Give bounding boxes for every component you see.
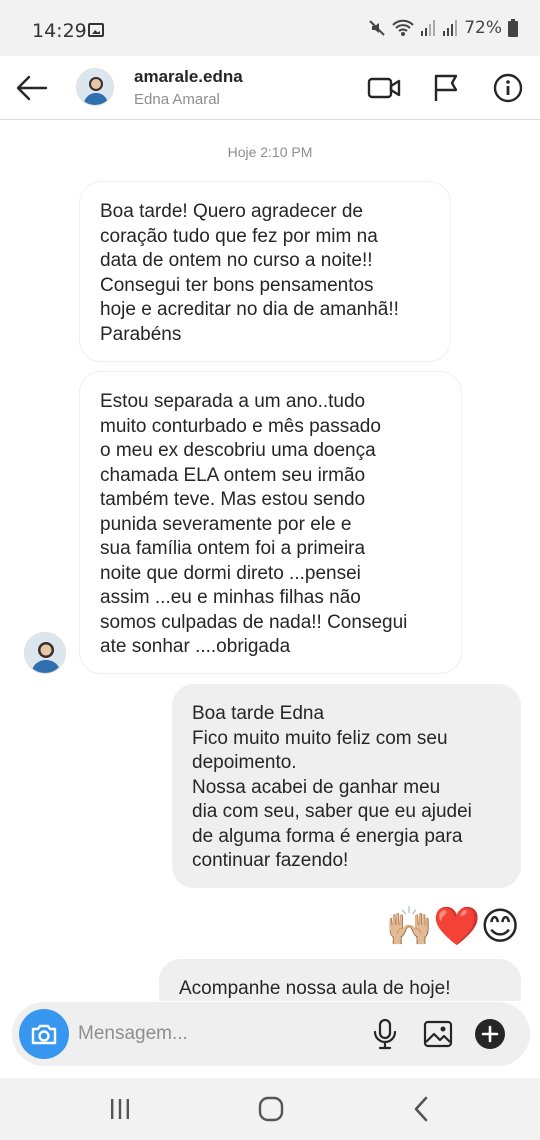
battery-icon [508, 19, 518, 37]
message-bubble-received[interactable]: Boa tarde! Quero agradecer de coração tu… [79, 181, 451, 362]
chat-header: amarale.edna Edna Amaral [0, 56, 540, 120]
status-bar: 14:29 72% [0, 0, 540, 56]
message-composer [12, 1002, 530, 1066]
camera-icon [31, 1024, 57, 1045]
home-icon [258, 1096, 284, 1122]
message-input[interactable] [78, 1016, 358, 1052]
back-icon [414, 1096, 428, 1122]
wifi-icon [392, 19, 414, 36]
status-indicators: 72% [368, 18, 518, 38]
recents-button[interactable] [100, 1093, 140, 1125]
signal-icon-2 [443, 20, 458, 36]
header-username[interactable]: amarale.edna [134, 67, 243, 87]
gallery-button[interactable] [420, 1016, 456, 1052]
emoji-message-text: 🙌🏼❤️😊 [385, 904, 520, 948]
back-nav-button[interactable] [401, 1093, 441, 1125]
more-options-button[interactable] [472, 1016, 508, 1052]
back-button[interactable] [14, 70, 50, 106]
message-bubble-sent[interactable]: Boa tarde Edna Fico muito muito feliz co… [172, 684, 521, 888]
message-bubble-sent[interactable]: Acompanhe nossa aula de hoje! [159, 959, 521, 1001]
profile-photo [77, 69, 113, 105]
emoji-message[interactable]: 🙌🏼❤️😊 [386, 903, 520, 949]
home-button[interactable] [251, 1093, 291, 1125]
video-call-icon [367, 77, 401, 99]
profile-photo [25, 633, 65, 673]
details-button[interactable] [490, 70, 526, 106]
thread-timestamp: Hoje 2:10 PM [227, 144, 313, 160]
flag-icon [434, 74, 458, 101]
avatar[interactable] [76, 68, 114, 106]
video-call-button[interactable] [366, 70, 402, 106]
recents-icon [111, 1099, 129, 1119]
mute-icon [369, 20, 385, 36]
add-icon [475, 1019, 505, 1049]
signal-icon [421, 20, 436, 36]
back-arrow-icon [16, 75, 48, 101]
system-navigation-bar [0, 1078, 540, 1140]
message-bubble-received[interactable]: Estou separada a um ano..tudo muito cont… [79, 371, 462, 674]
microphone-icon [373, 1018, 397, 1050]
battery-percent: 72% [464, 18, 502, 38]
gallery-icon [423, 1020, 453, 1048]
header-fullname: Edna Amaral [134, 91, 220, 108]
status-time: 14:29 [32, 20, 87, 42]
camera-button[interactable] [19, 1009, 69, 1059]
message-thread[interactable]: Hoje 2:10 PM Boa tarde! Quero agradecer … [0, 121, 540, 1001]
info-icon [493, 73, 523, 103]
voice-message-button[interactable] [367, 1016, 403, 1052]
sender-avatar[interactable] [24, 632, 66, 674]
report-button[interactable] [428, 70, 464, 106]
gallery-notification-icon [88, 23, 104, 37]
